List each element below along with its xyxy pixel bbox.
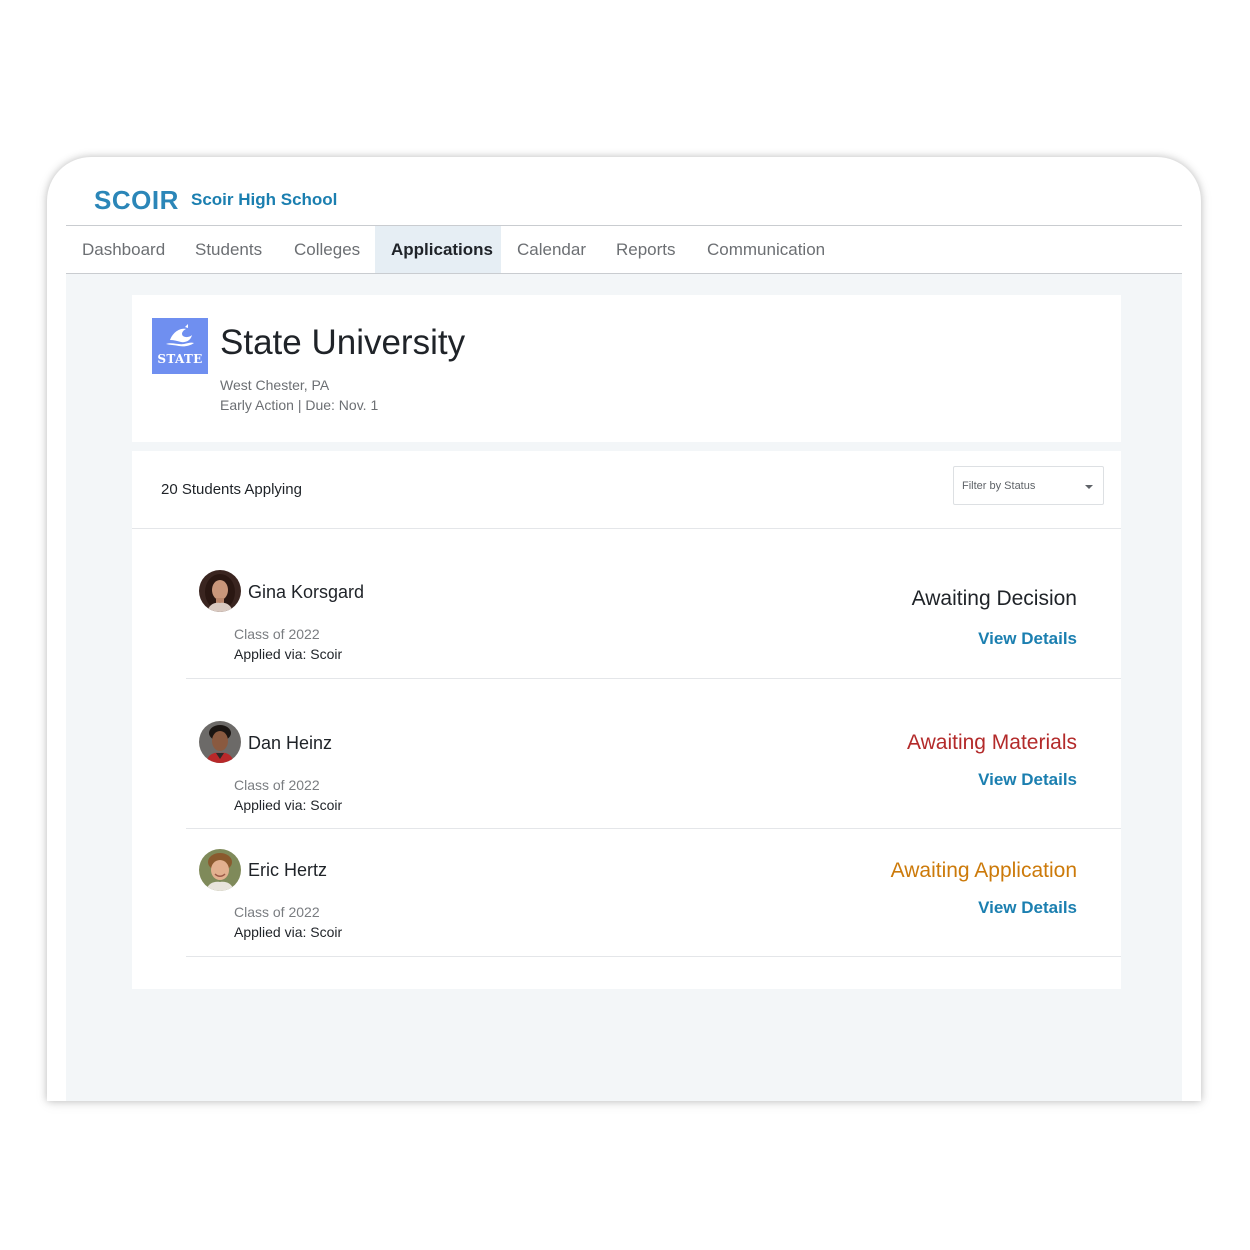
view-details-link[interactable]: View Details [978, 770, 1077, 790]
application-deadline: Early Action | Due: Nov. 1 [220, 397, 379, 413]
status-filter-placeholder: Filter by Status [962, 480, 1036, 492]
status-label: Awaiting Decision [911, 587, 1077, 610]
student-avatar[interactable] [199, 849, 241, 891]
status-filter-select[interactable]: Filter by Status [953, 466, 1104, 505]
nav-colleges[interactable]: Colleges [278, 226, 376, 273]
view-details-link[interactable]: View Details [978, 629, 1077, 649]
view-details-link[interactable]: View Details [978, 898, 1077, 918]
student-avatar[interactable] [199, 570, 241, 612]
applicants-header: 20 Students Applying Filter by Status [132, 451, 1121, 529]
wave-icon [166, 324, 194, 347]
status-label: Awaiting Application [890, 859, 1077, 882]
scoir-logo[interactable]: SCOIR [94, 185, 178, 217]
student-avatar[interactable] [199, 721, 241, 763]
student-row: Dan Heinz Class of 2022 Applied via: Sco… [132, 679, 1121, 829]
student-name[interactable]: Dan Heinz [248, 733, 332, 754]
main-content: STATE State University West Chester, PA … [66, 274, 1182, 1101]
brand-bar: SCOIR Scoir High School [66, 157, 1182, 226]
university-location: West Chester, PA [220, 377, 330, 393]
scoir-logo-text: SCOIR [94, 185, 178, 215]
university-name: State University [220, 323, 466, 362]
student-applied-via: Applied via: Scoir [234, 797, 343, 813]
nav-calendar[interactable]: Calendar [501, 226, 602, 273]
nav-applications[interactable]: Applications [375, 226, 501, 273]
applicant-count: 20 Students Applying [161, 481, 302, 498]
student-class: Class of 2022 [234, 777, 320, 793]
app-screen: SCOIR Scoir High School Dashboard Studen… [66, 157, 1182, 1101]
student-applied-via: Applied via: Scoir [234, 924, 343, 940]
university-card: STATE State University West Chester, PA … [132, 295, 1121, 442]
student-name[interactable]: Gina Korsgard [248, 582, 364, 603]
student-row: Gina Korsgard Class of 2022 Applied via:… [132, 528, 1121, 679]
chevron-down-icon [1085, 485, 1093, 489]
student-row: Eric Hertz Class of 2022 Applied via: Sc… [132, 829, 1121, 957]
nav-reports[interactable]: Reports [600, 226, 692, 273]
nav-dashboard[interactable]: Dashboard [66, 226, 181, 273]
device-frame: SCOIR Scoir High School Dashboard Studen… [47, 157, 1201, 1101]
nav-communication[interactable]: Communication [691, 226, 841, 273]
applicants-card: 20 Students Applying Filter by Status Gi… [132, 451, 1121, 989]
nav-students[interactable]: Students [179, 226, 278, 273]
school-name[interactable]: Scoir High School [191, 190, 337, 210]
status-label: Awaiting Materials [906, 731, 1077, 754]
student-class: Class of 2022 [234, 626, 320, 642]
row-divider [186, 956, 1121, 957]
student-class: Class of 2022 [234, 904, 320, 920]
university-logo: STATE [152, 318, 208, 374]
student-applied-via: Applied via: Scoir [234, 646, 343, 662]
university-logo-label: STATE [157, 352, 203, 366]
main-nav: Dashboard Students Colleges Applications… [66, 226, 1182, 274]
student-name[interactable]: Eric Hertz [248, 860, 327, 881]
